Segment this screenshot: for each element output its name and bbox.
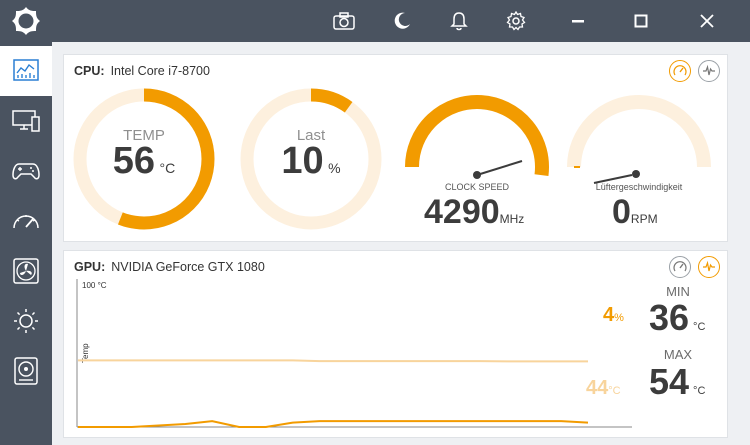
storage-icon bbox=[14, 357, 38, 385]
cpu-temp-readout: TEMP 56 °C bbox=[72, 127, 216, 183]
clock-label: CLOCK SPEED bbox=[444, 182, 510, 192]
main-content: CPU: Intel Core i7-8700 TEMP 56 °C Last … bbox=[52, 42, 750, 445]
min-value: 36 bbox=[649, 297, 690, 338]
close-icon bbox=[700, 14, 714, 28]
fan-readout: 0RPM bbox=[612, 193, 658, 232]
load-unit: % bbox=[328, 160, 341, 176]
graph-view-button[interactable] bbox=[698, 60, 720, 82]
fan-value: 0 bbox=[612, 193, 631, 231]
app-logo-icon bbox=[10, 5, 42, 37]
gauge-icon bbox=[673, 261, 687, 272]
clock-gauge-arc bbox=[405, 95, 549, 177]
camera-button[interactable] bbox=[322, 0, 366, 42]
cpu-panel: CPU: Intel Core i7-8700 TEMP 56 °C Last … bbox=[63, 54, 728, 242]
fan-icon bbox=[13, 258, 39, 284]
temp-unit: °C bbox=[159, 160, 176, 176]
temp-value: 56 bbox=[112, 140, 156, 182]
gpu-load-unit: % bbox=[614, 312, 624, 324]
clock-readout: 4290MHz bbox=[424, 193, 524, 232]
gauge-view-button[interactable] bbox=[669, 60, 691, 82]
max-label: MAX bbox=[663, 347, 693, 362]
night-mode-button[interactable] bbox=[380, 0, 424, 42]
sidebar-item-gaming[interactable] bbox=[0, 146, 52, 196]
sidebar-item-lighting[interactable] bbox=[0, 296, 52, 346]
maximize-icon bbox=[634, 14, 648, 28]
gauge-icon bbox=[673, 65, 687, 76]
cpu-model: Intel Core i7-8700 bbox=[110, 64, 210, 78]
gpu-graph-view-button[interactable] bbox=[698, 256, 720, 278]
chart-load-line bbox=[78, 420, 589, 428]
bell-icon bbox=[450, 12, 468, 31]
load-value: 10 bbox=[281, 140, 324, 182]
chart-temp-line bbox=[78, 359, 588, 363]
gpu-label: GPU: bbox=[74, 260, 106, 274]
minimize-button[interactable] bbox=[556, 0, 600, 42]
speedometer-icon bbox=[13, 215, 39, 229]
gpu-temp-unit: °C bbox=[608, 385, 621, 397]
min-readout: 36 °C bbox=[649, 297, 705, 339]
gamepad-icon bbox=[12, 163, 40, 180]
fan-label: Lüftergeschwindigkeit bbox=[595, 182, 683, 192]
max-unit: °C bbox=[693, 385, 706, 397]
sidebar-item-cooling[interactable] bbox=[0, 246, 52, 296]
gpu-temp-value: 44 bbox=[586, 377, 609, 399]
waveform-icon bbox=[703, 260, 715, 272]
max-value: 54 bbox=[649, 361, 690, 402]
gpu-load-value: 4 bbox=[603, 304, 615, 326]
chart-ymax-label: 100 °C bbox=[82, 281, 107, 290]
gpu-load-readout: 4% bbox=[603, 304, 624, 327]
gpu-panel: GPU: NVIDIA GeForce GTX 1080 100 °C Temp … bbox=[63, 250, 728, 438]
fan-gauge-track bbox=[567, 95, 711, 168]
cpu-label: CPU: bbox=[74, 64, 105, 78]
gear-icon bbox=[506, 11, 526, 31]
gpu-temp-readout: 44°C bbox=[586, 377, 621, 400]
waveform-icon bbox=[703, 64, 715, 76]
moon-icon bbox=[394, 12, 410, 29]
max-readout: 54 °C bbox=[649, 361, 705, 403]
notifications-button[interactable] bbox=[437, 0, 481, 42]
clock-gauge-needle bbox=[476, 160, 523, 176]
gpu-gauge-view-button[interactable] bbox=[669, 256, 691, 278]
camera-icon bbox=[333, 12, 355, 30]
gpu-temp-chart: 100 °C Temp bbox=[76, 279, 632, 428]
dashboard-icon bbox=[13, 59, 39, 81]
minimize-icon bbox=[572, 20, 584, 23]
clock-unit: MHz bbox=[499, 212, 525, 226]
sidebar-item-devices[interactable] bbox=[0, 96, 52, 146]
gpu-model: NVIDIA GeForce GTX 1080 bbox=[111, 260, 265, 274]
sidebar bbox=[0, 42, 52, 445]
monitor-icon bbox=[12, 110, 40, 132]
fan-unit: RPM bbox=[630, 212, 658, 226]
settings-button[interactable] bbox=[494, 0, 538, 42]
gpu-title: GPU: NVIDIA GeForce GTX 1080 bbox=[74, 260, 265, 274]
sidebar-item-performance[interactable] bbox=[0, 196, 52, 246]
fan-gauge-hub bbox=[632, 170, 640, 178]
brightness-icon bbox=[14, 309, 38, 333]
maximize-button[interactable] bbox=[619, 0, 663, 42]
min-unit: °C bbox=[693, 321, 706, 333]
sidebar-item-dashboard[interactable] bbox=[0, 46, 52, 96]
clock-gauge-hub bbox=[473, 171, 481, 179]
clock-value: 4290 bbox=[424, 193, 500, 231]
title-bar bbox=[0, 0, 750, 42]
sidebar-item-storage[interactable] bbox=[0, 346, 52, 396]
close-button[interactable] bbox=[685, 0, 729, 42]
cpu-load-readout: Last 10 % bbox=[239, 127, 383, 183]
cpu-title: CPU: Intel Core i7-8700 bbox=[74, 64, 210, 78]
